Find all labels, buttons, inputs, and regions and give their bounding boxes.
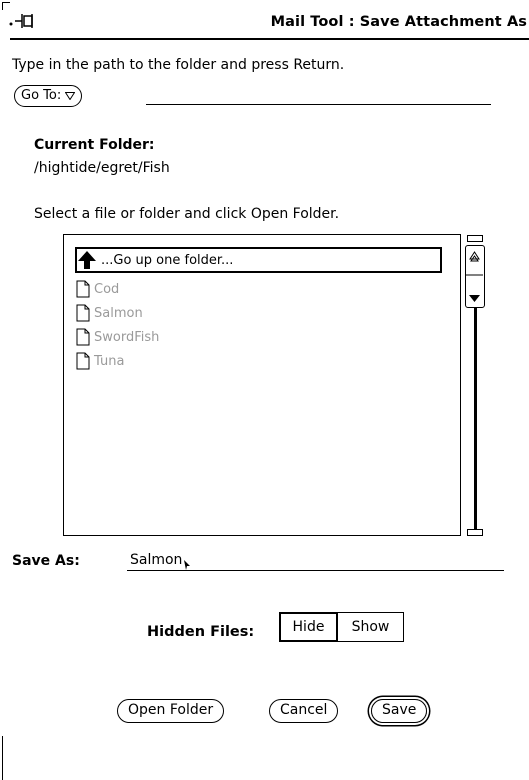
scrollbar-bottom-cap[interactable]	[467, 529, 483, 536]
list-item-label: SwordFish	[94, 329, 160, 345]
document-icon	[76, 304, 90, 322]
document-icon	[76, 328, 90, 346]
cancel-button[interactable]: Cancel	[269, 699, 339, 723]
arrow-up-icon	[78, 251, 96, 269]
list-item[interactable]: Cod	[76, 277, 119, 301]
go-up-folder-item[interactable]: ...Go up one folder...	[75, 247, 442, 273]
goto-label: Go To:	[21, 88, 62, 103]
list-item[interactable]: Salmon	[76, 301, 143, 325]
scroll-down-arrow-icon[interactable]	[466, 277, 483, 307]
save-as-input[interactable]: Salmon	[130, 552, 182, 568]
scrollbar-top-cap[interactable]	[467, 235, 483, 242]
hide-option[interactable]: Hide	[279, 612, 338, 642]
current-folder-path: /hightide/egret/Fish	[34, 160, 170, 176]
scrollbar-elevator[interactable]	[465, 245, 485, 308]
open-folder-button[interactable]: Open Folder	[117, 699, 225, 723]
scroll-up-arrow-icon[interactable]	[466, 246, 483, 276]
go-up-label: ...Go up one folder...	[101, 252, 234, 268]
save-button[interactable]: Save	[371, 699, 428, 723]
list-item[interactable]: Tuna	[76, 349, 124, 373]
current-folder-label: Current Folder:	[34, 137, 155, 153]
path-input[interactable]	[146, 104, 491, 105]
triangle-down-icon	[65, 92, 76, 100]
file-list[interactable]: ...Go up one folder... Cod Salmon SwordF…	[63, 234, 461, 536]
window-frame-edge	[2, 736, 3, 780]
list-item[interactable]: SwordFish	[76, 325, 159, 349]
window-frame-corner	[2, 2, 10, 10]
window-title: Mail Tool : Save Attachment As	[270, 14, 527, 30]
pushpin-icon[interactable]	[8, 11, 36, 29]
scrollbar-track[interactable]	[474, 308, 477, 529]
list-item-label: Salmon	[94, 305, 143, 321]
save-as-underline	[127, 570, 504, 571]
goto-menu-button[interactable]: Go To:	[14, 85, 83, 107]
show-option[interactable]: Show	[337, 612, 404, 642]
document-icon	[76, 280, 90, 298]
list-item-label: Cod	[94, 281, 120, 297]
select-instruction: Select a file or folder and click Open F…	[34, 206, 340, 222]
path-instruction: Type in the path to the folder and press…	[12, 57, 345, 73]
document-icon	[76, 352, 90, 370]
list-item-label: Tuna	[94, 353, 125, 369]
title-divider	[10, 38, 529, 40]
hidden-files-label: Hidden Files:	[147, 624, 255, 640]
save-as-label: Save As:	[12, 553, 80, 569]
